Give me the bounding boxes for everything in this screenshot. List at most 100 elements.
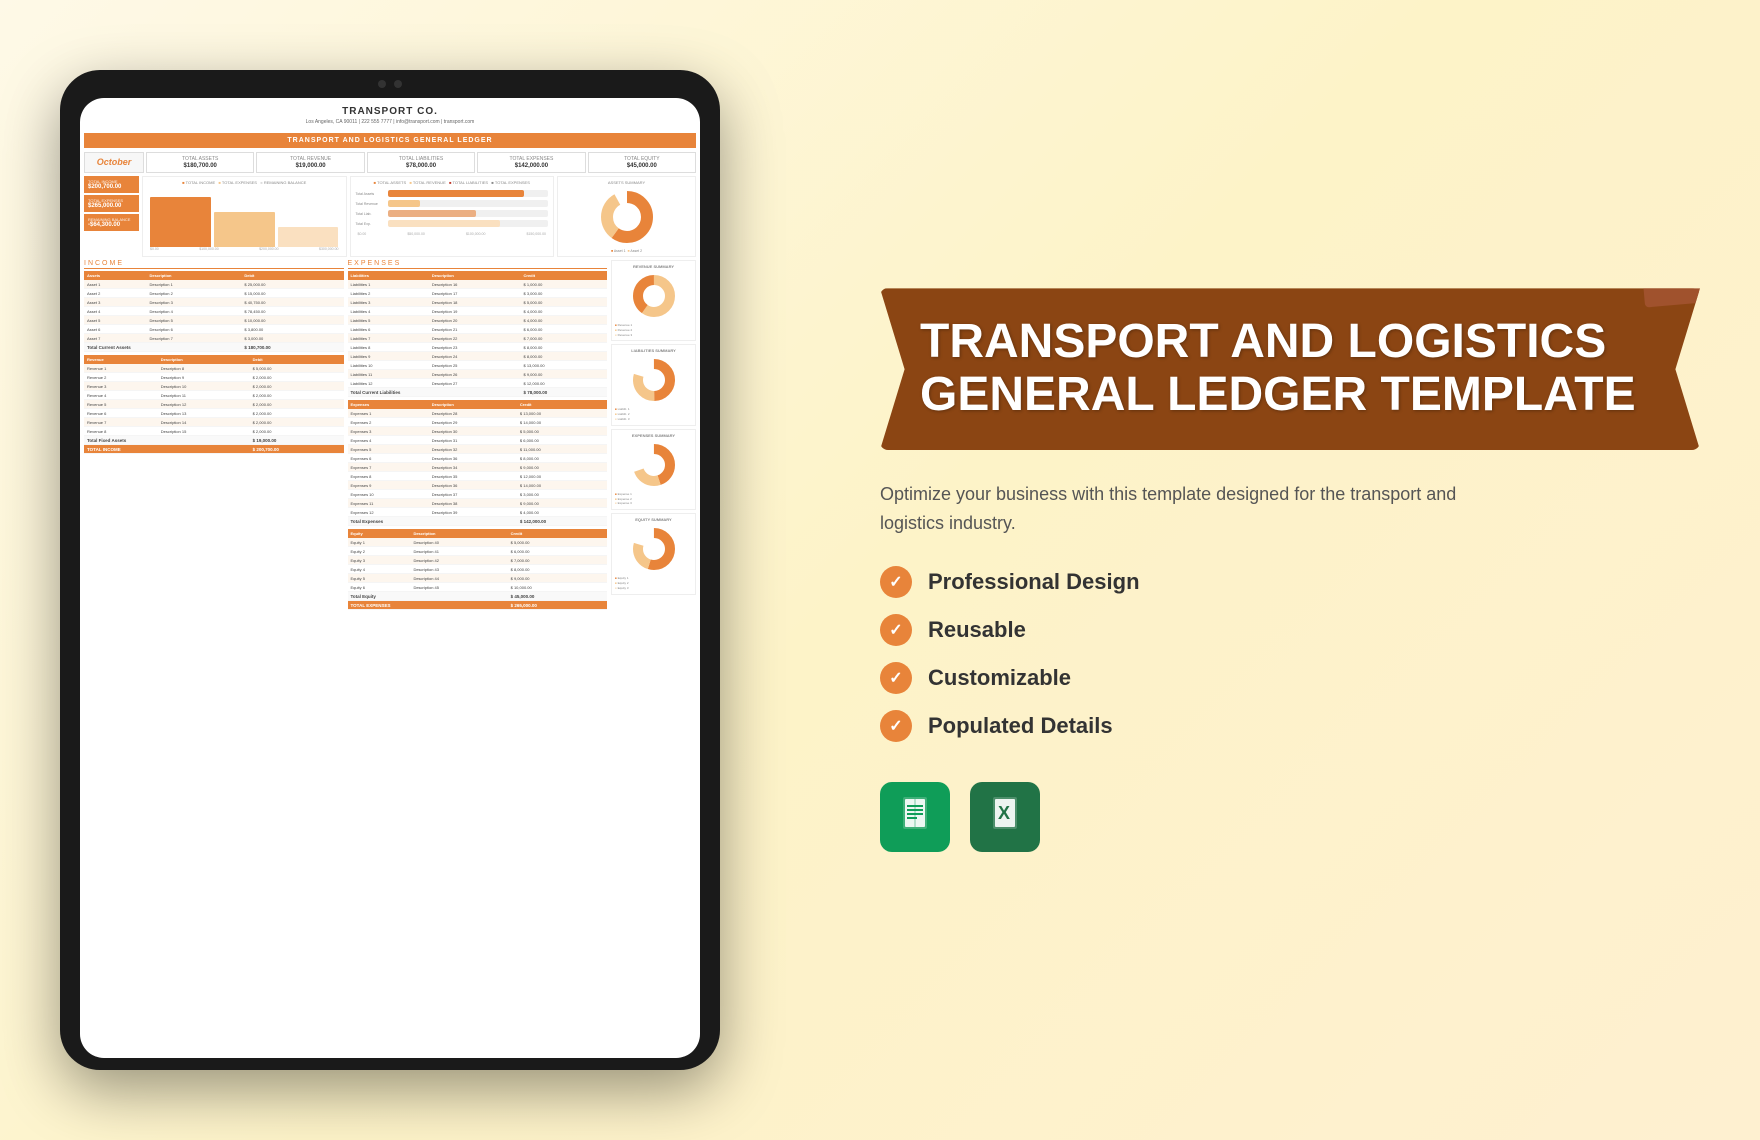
total-assets-cell: TOTAL ASSETS $180,700.00 [146, 152, 254, 173]
col-assets: Assets [84, 271, 147, 280]
table-row: Asset 3Description 3$ 40,750.00 [84, 298, 344, 307]
tablet-camera [378, 80, 402, 88]
income-metric-label: TOTAL INCOME [88, 179, 135, 184]
table-row: Liabilities 4Description 19$ 4,000.00 [348, 307, 608, 316]
hbar-chart-box: ■ TOTAL ASSETS ■ TOTAL REVENUE ■ TOTAL L… [350, 176, 555, 257]
donut-legend: ■ Asset 1 ■ Asset 2 [561, 249, 692, 253]
table-row: Liabilities 9Description 24$ 8,000.00 [348, 352, 608, 361]
table-row: Expenses 5Description 32$ 11,000.00 [348, 445, 608, 454]
equity-summary-chart: EQUITY SUMMARY ■ Equity 1 ■ Equity 2 ■ [611, 513, 696, 594]
check-icon-3 [880, 662, 912, 694]
table-row: Expenses 11Description 38$ 9,000.00 [348, 499, 608, 508]
company-name: TRANSPORT CO. [84, 106, 696, 117]
feature-label-2: Reusable [928, 617, 1026, 643]
total-expenses-row: Total Expenses $ 142,000.00 [348, 517, 608, 526]
col-description: Description [158, 355, 250, 364]
metrics-column: TOTAL INCOME $200,700.00 TOTAL EXPENSES … [84, 176, 139, 257]
bar-group-1 [150, 197, 211, 247]
table-row: Revenue 7Description 14$ 2,000.00 [84, 418, 344, 427]
feature-item-2: Reusable [880, 614, 1700, 646]
expenses-summary-chart: EXPENSES SUMMARY ■ Expense 1 ■ Expense 2 [611, 429, 696, 510]
total-current-assets-row: Total Current Assets $ 180,700.00 [84, 343, 344, 352]
eq-legend: ■ Equity 1 ■ Equity 2 ■ Equity 3 [615, 576, 692, 590]
table-row: Asset 1Description 1$ 25,000.00 [84, 280, 344, 289]
app-icons-row: X [880, 782, 1700, 852]
month-label: October [89, 157, 139, 167]
exp-legend: ■ Expense 1 ■ Expense 2 ■ Expense 3 [615, 492, 692, 506]
expenses-value: $142,000.00 [481, 163, 581, 169]
charts-metrics-row: TOTAL INCOME $200,700.00 TOTAL EXPENSES … [84, 176, 696, 257]
col-description: Description [410, 529, 507, 538]
liabilities-label: TOTAL LIABILITIES [371, 156, 471, 162]
balance-metric-value: -$64,300.00 [88, 222, 135, 228]
liab-donut-svg [629, 355, 679, 405]
donut-title: ASSETS SUMMARY [561, 180, 692, 185]
table-row: Equity 2Description 41$ 6,000.00 [348, 547, 608, 556]
hbar-row-4: Total Exp. [356, 220, 549, 227]
hbar-x-labels: $0.00$50,000.00$100,000.00$150,000.00 [354, 232, 551, 236]
month-cell: October [84, 152, 144, 173]
table-row: Revenue 8Description 15$ 2,000.00 [84, 427, 344, 436]
table-row: Expenses 7Description 34$ 9,000.00 [348, 463, 608, 472]
rev-legend: ■ Revenue 1 ■ Revenue 2 ■ Revenue 3 [615, 323, 692, 337]
donut-svg [597, 187, 657, 247]
table-row: Equity 1Description 40$ 5,000.00 [348, 538, 608, 547]
table-row: Liabilities 6Description 21$ 6,000.00 [348, 325, 608, 334]
total-liabilities-cell: TOTAL LIABILITIES $78,000.00 [367, 152, 475, 173]
income-section-label: INCOME [84, 260, 344, 269]
expenses-metric-value: $265,000.00 [88, 203, 135, 209]
table-row: Revenue 6Description 13$ 2,000.00 [84, 409, 344, 418]
check-icon-1 [880, 566, 912, 598]
col-description: Description [147, 271, 242, 280]
revenue-value: $19,000.00 [260, 163, 360, 169]
balance-metric: REMAINING BALANCE -$64,300.00 [84, 214, 139, 231]
summary-charts-column: REVENUE SUMMARY ■ Revenue 1 ■ Revenue 2 [611, 260, 696, 610]
table-row: Expenses 9Description 36$ 14,000.00 [348, 481, 608, 490]
expenses-metric-label: TOTAL EXPENSES [88, 198, 135, 203]
hbar-chart: Total Assets Total Revenue [354, 188, 551, 229]
revenue-table: Revenue Description Debit Revenue 1Descr… [84, 355, 344, 454]
revenue-label: TOTAL REVENUE [260, 156, 360, 162]
expenses-metric: TOTAL EXPENSES $265,000.00 [84, 195, 139, 212]
total-revenue-cell: TOTAL REVENUE $19,000.00 [256, 152, 364, 173]
table-row: Equity 3Description 42$ 7,000.00 [348, 556, 608, 565]
check-icon-4 [880, 710, 912, 742]
table-row: Expenses 4Description 31$ 6,000.00 [348, 436, 608, 445]
total-liabilities-row: Total Current Liabilities $ 78,000.00 [348, 388, 608, 397]
eq-chart-title: EQUITY SUMMARY [615, 517, 692, 522]
sheets-svg [897, 795, 933, 831]
liab-donut [615, 355, 692, 405]
table-row: Liabilities 11Description 26$ 9,000.00 [348, 370, 608, 379]
col-credit: Credit [508, 529, 607, 538]
expenses-section: EXPENSES Liabilities Description Credit … [348, 260, 608, 610]
col-equity: Equity [348, 529, 411, 538]
exp-donut [615, 440, 692, 490]
table-row: Expenses 3Description 30$ 5,000.00 [348, 427, 608, 436]
feature-item-4: Populated Details [880, 710, 1700, 742]
table-row: Liabilities 3Description 18$ 5,000.00 [348, 298, 608, 307]
income-metric-value: $200,700.00 [88, 184, 135, 190]
table-row: Asset 6Description 6$ 3,800.00 [84, 325, 344, 334]
total-equity-cell: TOTAL EQUITY $45,000.00 [588, 152, 696, 173]
table-row: Expenses 12Description 39$ 4,000.00 [348, 508, 608, 517]
table-row: Asset 4Description 4$ 78,450.00 [84, 307, 344, 316]
google-sheets-icon[interactable] [880, 782, 950, 852]
col-description: Description [429, 400, 517, 409]
col-liabilities: Liabilities [348, 271, 429, 280]
table-row: Liabilities 10Description 25$ 13,000.00 [348, 361, 608, 370]
bar-group-3 [278, 227, 339, 247]
donut-container [561, 187, 692, 247]
right-panel: TRANSPORT AND LOGISTICS GENERAL LEDGER T… [800, 288, 1700, 851]
rev-donut-svg [629, 271, 679, 321]
excel-icon[interactable]: X [970, 782, 1040, 852]
balance-metric-label: REMAINING BALANCE [88, 217, 135, 222]
bar-balance [278, 227, 339, 247]
bar-income [150, 197, 211, 247]
total-income-row: TOTAL INCOME $ 200,700.00 [84, 445, 344, 454]
total-equity-row: Total Equity $ 45,000.00 [348, 592, 608, 601]
eq-donut-svg [629, 524, 679, 574]
table-row: Revenue 1Description 8$ 5,000.00 [84, 364, 344, 373]
tablet-screen: TRANSPORT CO. Los Angeles, CA 90011 | 22… [80, 98, 700, 1058]
spreadsheet-content: TRANSPORT CO. Los Angeles, CA 90011 | 22… [80, 98, 700, 1058]
expenses-table: Expenses Description Credit Expenses 1De… [348, 400, 608, 526]
